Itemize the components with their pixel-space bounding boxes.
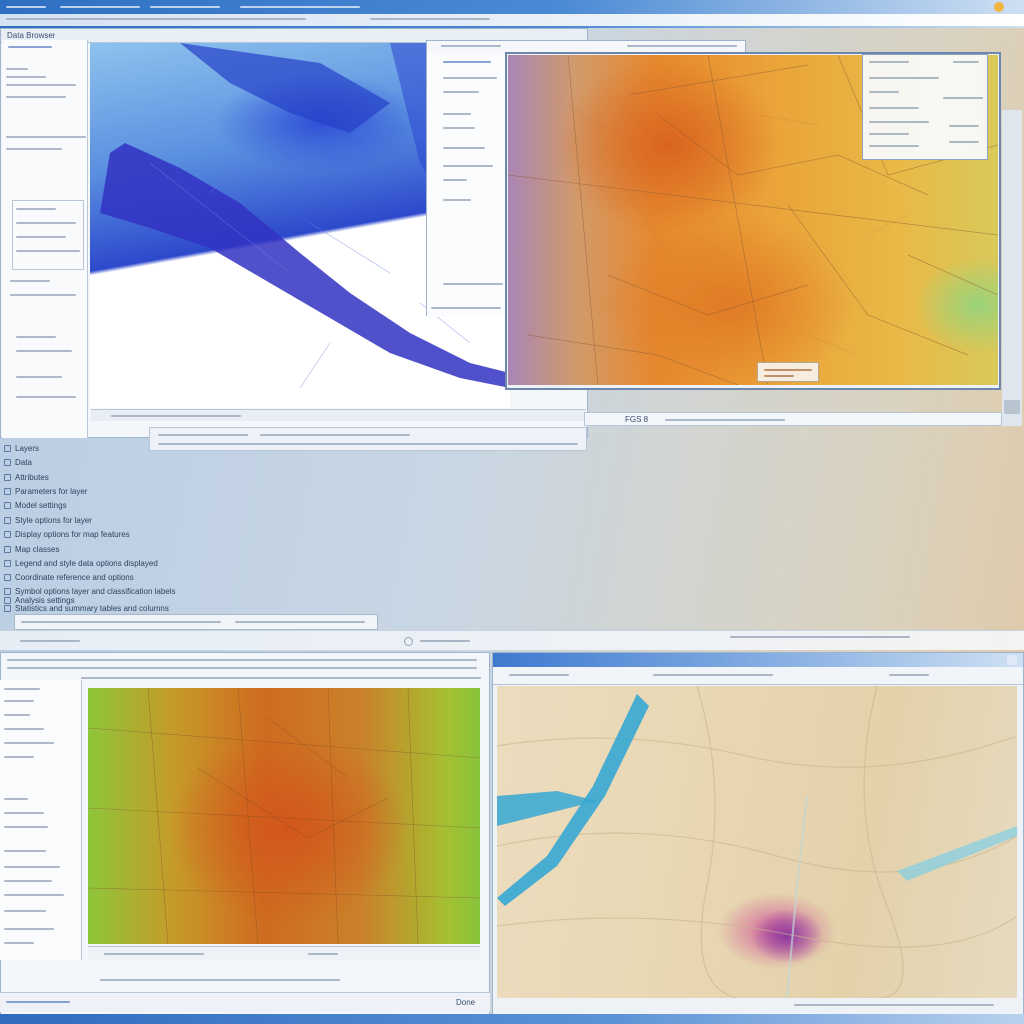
record-icon[interactable]: [404, 637, 413, 646]
right-scrollbar[interactable]: [1002, 110, 1022, 426]
layer-checkbox-icon[interactable]: [4, 546, 11, 553]
layer-checkbox-icon[interactable]: [4, 597, 11, 604]
bottom-left-footer: Done: [0, 979, 490, 1012]
layer-item[interactable]: Symbol options layer and classification …: [4, 587, 176, 596]
menu-placeholder: [150, 6, 220, 8]
layer-item[interactable]: Display options for map features: [4, 530, 130, 539]
coordinate-readout: [757, 362, 819, 382]
dialog-sidebar[interactable]: [427, 53, 507, 317]
left-panel-group: [12, 200, 84, 270]
layer-checkbox-icon[interactable]: [4, 605, 11, 612]
layer-checkbox-icon[interactable]: [4, 474, 11, 481]
layer-item[interactable]: Map classes: [4, 545, 59, 554]
left-window-statusbar: [91, 409, 586, 421]
layer-checkbox-icon[interactable]: [4, 459, 11, 466]
menu-placeholder: [240, 6, 360, 8]
layer-checkbox-icon[interactable]: [4, 488, 11, 495]
layer-item[interactable]: Statistics and summary tables and column…: [4, 604, 169, 613]
map-legend-panel[interactable]: [862, 54, 988, 160]
layer-item[interactable]: Legend and style data options displayed: [4, 559, 158, 568]
right-status-label: FGS 8: [625, 415, 649, 424]
bottom-left-side-panel[interactable]: [0, 680, 82, 960]
layer-checkbox-icon[interactable]: [4, 588, 11, 595]
layer-item[interactable]: Data: [4, 458, 32, 467]
bottom-right-toolbar[interactable]: [493, 667, 1023, 685]
layer-item[interactable]: Model settings: [4, 501, 67, 510]
layer-checkbox-icon[interactable]: [4, 502, 11, 509]
done-label: Done: [456, 998, 476, 1007]
bottom-taskbar: [0, 1014, 1024, 1024]
layer-checkbox-icon[interactable]: [4, 445, 11, 452]
user-icon[interactable]: [994, 2, 1004, 12]
toolbar-placeholder: [6, 18, 306, 20]
top-taskbar: [0, 0, 1024, 28]
layer-checkbox-icon[interactable]: [4, 517, 11, 524]
bottom-right-statusbar: [494, 998, 1022, 1012]
secondary-taskbar: [0, 630, 1024, 650]
green-orange-heat-map[interactable]: [88, 688, 480, 944]
close-icon[interactable]: [1007, 655, 1017, 665]
app-title-placeholder: [6, 6, 46, 8]
layer-checkbox-icon[interactable]: [4, 560, 11, 567]
menu-placeholder: [60, 6, 140, 8]
left-window-footer: [149, 427, 587, 451]
right-window-statusbar: FGS 8: [584, 412, 1002, 426]
layer-item[interactable]: Layers: [4, 444, 39, 453]
toolbar-placeholder: [370, 18, 490, 20]
layer-item[interactable]: Coordinate reference and options: [4, 573, 134, 582]
bottom-right-titlebar: [493, 653, 1023, 667]
command-input[interactable]: [14, 614, 378, 630]
layer-item[interactable]: Style options for layer: [4, 516, 92, 525]
layer-list[interactable]: Layers Data Attributes Parameters for la…: [4, 444, 204, 614]
layer-item[interactable]: Attributes: [4, 473, 49, 482]
terrain-map[interactable]: [497, 686, 1017, 998]
layer-checkbox-icon[interactable]: [4, 531, 11, 538]
menu-strip: [0, 14, 1024, 26]
bottom-left-statusbar: [88, 946, 480, 960]
left-side-panel[interactable]: [2, 40, 88, 438]
layer-item[interactable]: Parameters for layer: [4, 487, 87, 496]
layer-checkbox-icon[interactable]: [4, 574, 11, 581]
